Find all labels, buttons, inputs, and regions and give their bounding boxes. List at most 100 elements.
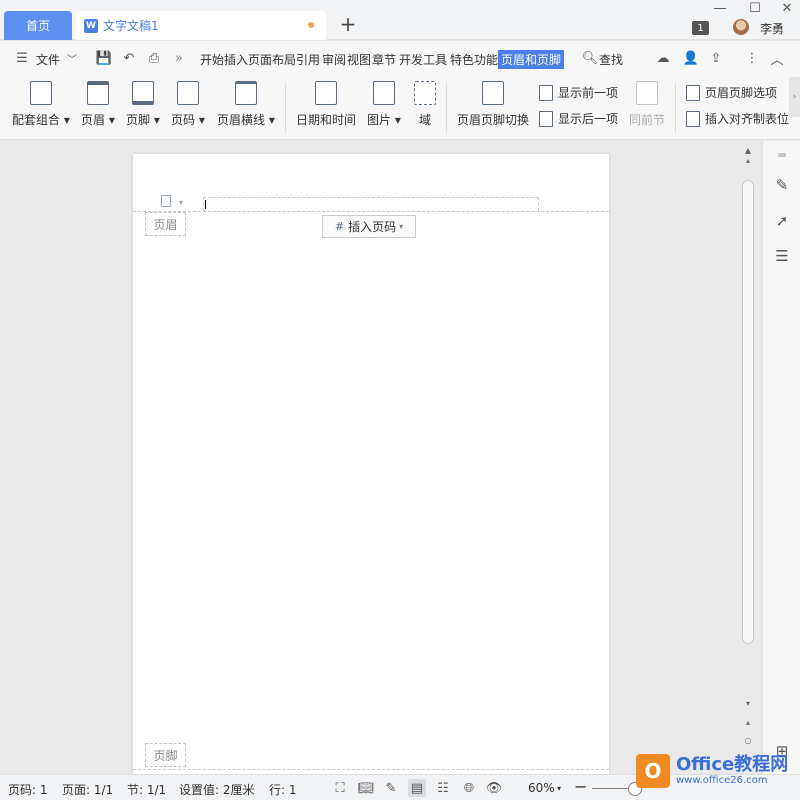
ribbon-separator bbox=[285, 83, 286, 133]
tab-home[interactable]: 首页 bbox=[4, 11, 72, 40]
menu-tab-start[interactable]: 开始 bbox=[200, 51, 224, 68]
header-line-label: 页眉横线 ▾ bbox=[217, 113, 275, 127]
page-view-icon[interactable]: ▤ bbox=[408, 779, 426, 797]
fullscreen-icon[interactable]: ⛶ bbox=[331, 779, 349, 797]
collapse-ribbon-icon[interactable]: ︿ bbox=[769, 50, 785, 68]
status-setting[interactable]: 设置值: 2厘米 bbox=[179, 781, 255, 798]
menu-file[interactable]: 文件 bbox=[36, 51, 60, 68]
tab-document[interactable]: W 文字文稿1 bbox=[76, 11, 326, 40]
more-options-icon[interactable]: ⋮ bbox=[744, 50, 760, 66]
menu-tab-review[interactable]: 审阅 bbox=[322, 51, 346, 68]
header-text-area[interactable] bbox=[203, 197, 539, 211]
menu-tab-view[interactable]: 视图 bbox=[347, 51, 371, 68]
insert-align-tab-label: 插入对齐制表位 bbox=[705, 112, 790, 126]
same-as-prev-button[interactable]: 同前节 bbox=[629, 81, 665, 128]
user-name[interactable]: 李勇 bbox=[760, 20, 784, 37]
picture-icon bbox=[372, 81, 395, 105]
picture-label: 图片 ▾ bbox=[367, 113, 401, 127]
date-time-button[interactable]: 日期和时间 bbox=[296, 81, 356, 128]
insert-align-tab-button[interactable]: 插入对齐制表位 bbox=[686, 110, 789, 127]
document-page[interactable]: ▾ 页眉 # 插入页码 ▾ 页脚 bbox=[133, 154, 609, 774]
search-label[interactable]: 查找 bbox=[599, 51, 623, 68]
footer-boundary-line bbox=[133, 769, 609, 770]
cloud-sync-icon[interactable]: ☁ bbox=[655, 50, 671, 66]
scroll-top-icon[interactable]: ▲ bbox=[741, 146, 755, 155]
print-icon[interactable]: ⎙ bbox=[146, 50, 162, 66]
reading-mode-icon[interactable]: 📖︎ bbox=[357, 779, 375, 797]
zoom-out-icon[interactable]: − bbox=[574, 777, 587, 796]
scrollbar-thumb[interactable] bbox=[742, 180, 754, 644]
menu-tab-insert[interactable]: 插入 bbox=[224, 51, 248, 68]
menu-tab-reference[interactable]: 引用 bbox=[296, 51, 320, 68]
save-icon[interactable]: 💾 bbox=[96, 50, 112, 66]
hamburger-menu-icon[interactable]: ☰ bbox=[14, 50, 30, 66]
prev-page-icon[interactable]: ▴ bbox=[741, 718, 755, 727]
scroll-up-icon[interactable]: ▴ bbox=[741, 156, 755, 165]
share-user-icon[interactable]: 👤 bbox=[683, 50, 699, 66]
maximize-button[interactable]: ☐ bbox=[745, 1, 765, 16]
window-count-badge[interactable]: 1 bbox=[692, 21, 709, 35]
scroll-down-icon[interactable]: ▾ bbox=[741, 699, 755, 708]
footer-button[interactable]: 页脚 ▾ bbox=[126, 81, 160, 128]
show-prev-button[interactable]: 显示前一项 bbox=[539, 84, 618, 101]
close-button[interactable]: ✕ bbox=[777, 1, 797, 16]
header-doc-icon[interactable] bbox=[161, 195, 171, 207]
sliders-icon[interactable]: ☰ bbox=[772, 246, 792, 266]
status-row[interactable]: 行: 1 bbox=[269, 781, 297, 798]
pointer-icon[interactable]: ➚ bbox=[772, 211, 792, 231]
new-tab-button[interactable]: + bbox=[338, 12, 358, 36]
footer-icon bbox=[131, 81, 154, 105]
header-doc-caret-icon[interactable]: ▾ bbox=[179, 198, 183, 207]
menu-tab-developer[interactable]: 开发工具 bbox=[399, 51, 447, 68]
header-footer-options-button[interactable]: 页眉页脚选项 bbox=[686, 84, 777, 101]
insert-page-number-button[interactable]: # 插入页码 ▾ bbox=[322, 215, 416, 238]
status-section[interactable]: 节: 1/1 bbox=[127, 781, 166, 798]
header-button[interactable]: 页眉 ▾ bbox=[81, 81, 115, 128]
page-number-label: 页码 ▾ bbox=[171, 113, 205, 127]
document-workspace: ▾ 页眉 # 插入页码 ▾ 页脚 bbox=[0, 141, 764, 774]
menu-tab-special[interactable]: 特色功能 bbox=[450, 51, 498, 68]
page-number-button[interactable]: 页码 ▾ bbox=[171, 81, 205, 128]
zoom-slider-track[interactable] bbox=[592, 788, 632, 789]
combo-set-label: 配套组合 ▾ bbox=[12, 113, 70, 127]
outline-view-icon[interactable]: ☷ bbox=[434, 779, 452, 797]
page-number-icon: # bbox=[334, 220, 345, 233]
show-next-button[interactable]: 显示后一项 bbox=[539, 110, 618, 127]
more-chevrons-icon[interactable]: » bbox=[171, 50, 187, 66]
web-view-icon[interactable]: 🌐︎ bbox=[460, 779, 478, 797]
menu-tab-header-footer[interactable]: 页眉和页脚 bbox=[498, 50, 565, 69]
chevron-down-icon[interactable]: ﹀ bbox=[64, 50, 80, 66]
footer-tag: 页脚 bbox=[145, 743, 186, 767]
text-cursor bbox=[205, 200, 206, 209]
zoom-dropdown-icon[interactable]: ▾ bbox=[557, 784, 561, 793]
zoom-level[interactable]: 60% bbox=[528, 781, 555, 795]
picture-button[interactable]: 图片 ▾ bbox=[367, 81, 401, 128]
combo-set-button[interactable]: 配套组合 ▾ bbox=[12, 81, 70, 128]
field-button[interactable]: 域 bbox=[414, 81, 436, 128]
pen-icon[interactable]: ✎ bbox=[772, 175, 792, 195]
office-logo: O bbox=[636, 754, 670, 788]
panel-grip-icon[interactable]: ═ bbox=[772, 145, 792, 165]
eye-protection-icon[interactable]: 👁︎ bbox=[485, 779, 503, 797]
avatar[interactable] bbox=[733, 19, 749, 35]
select-browse-icon[interactable]: ○ bbox=[741, 736, 755, 745]
ribbon-scroll-right-icon[interactable]: › bbox=[789, 77, 800, 117]
share-export-icon[interactable]: ⇪ bbox=[708, 50, 724, 66]
unsaved-dot-icon bbox=[308, 22, 314, 28]
header-line-button[interactable]: 页眉横线 ▾ bbox=[217, 81, 275, 128]
ribbon-toolbar: 配套组合 ▾ 页眉 ▾ 页脚 ▾ 页码 ▾ 页眉横线 ▾ 日期和时间 图片 ▾ … bbox=[0, 77, 800, 140]
header-label: 页眉 ▾ bbox=[81, 113, 115, 127]
menu-tab-layout[interactable]: 页面布局 bbox=[248, 51, 296, 68]
status-page-number[interactable]: 页码: 1 bbox=[8, 781, 48, 798]
calendar-icon bbox=[315, 81, 337, 105]
status-pages[interactable]: 页面: 1/1 bbox=[62, 781, 113, 798]
undo-icon[interactable]: ↶ bbox=[121, 50, 137, 66]
edit-pen-icon[interactable]: ✎ bbox=[382, 779, 400, 797]
site-watermark: O Office教程网 www.office26.com bbox=[636, 750, 800, 792]
header-footer-switch-button[interactable]: 页眉页脚切换 bbox=[457, 81, 529, 128]
vertical-scrollbar[interactable]: ▲ ▴ ▾ ▴ ○ ▾ bbox=[741, 144, 755, 774]
search-icon[interactable]: 🔍︎ bbox=[582, 50, 599, 66]
minimize-button[interactable]: — bbox=[710, 1, 730, 16]
header-icon bbox=[86, 81, 109, 105]
menu-tab-chapter[interactable]: 章节 bbox=[372, 51, 396, 68]
